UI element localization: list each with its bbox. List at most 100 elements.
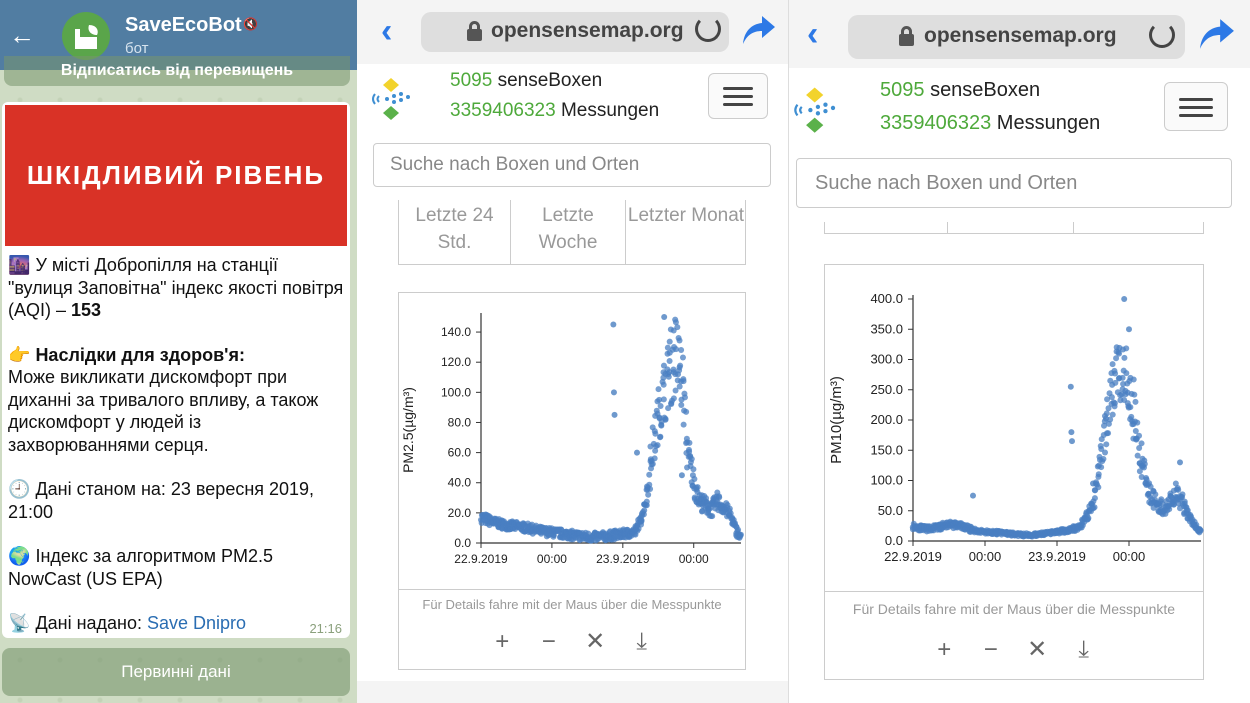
reload-icon[interactable] [695,16,721,42]
back-arrow-icon[interactable]: ← [8,20,36,50]
pm25-scatter-chart[interactable]: 0.0 20.0 40.0 60.0 80.0 100.0 120.0 140.0 22.9.2… [399,293,747,589]
data-point[interactable] [1141,457,1148,464]
tab-last-week[interactable] [947,222,1073,233]
data-point[interactable] [1069,438,1075,445]
data-point[interactable] [1134,419,1141,426]
data-point[interactable] [690,466,697,473]
data-point[interactable] [1123,345,1130,352]
data-point[interactable] [645,491,652,498]
address-bar[interactable]: opensensemap.org [848,15,1185,59]
share-arrow-icon[interactable] [742,14,776,46]
zoom-out-icon[interactable]: − [529,628,569,656]
data-point[interactable] [1109,411,1116,418]
data-point[interactable] [716,493,723,500]
download-icon[interactable]: ⤓ [1064,636,1104,664]
data-point[interactable] [1103,441,1110,448]
data-point[interactable] [1136,432,1143,439]
data-point[interactable] [676,383,683,390]
data-point[interactable] [1121,296,1128,302]
browser-back-icon[interactable]: ‹ [381,12,392,51]
data-point[interactable] [1103,410,1110,417]
data-point[interactable] [681,390,688,397]
data-point[interactable] [1197,527,1204,534]
data-point[interactable] [1091,504,1098,511]
data-point[interactable] [1112,370,1119,377]
tab-last-month[interactable] [1073,222,1204,233]
data-point[interactable] [1123,370,1130,377]
data-point[interactable] [1177,459,1183,466]
data-point[interactable] [1108,394,1115,401]
data-point[interactable] [1131,391,1138,398]
data-point[interactable] [1091,495,1098,502]
data-point[interactable] [673,346,680,353]
data-point[interactable] [674,324,681,331]
raw-data-button[interactable]: Первинні дані [2,648,350,696]
pm10-scatter-chart[interactable]: 0.0 50.0 100.0 150.0 200.0 250.0 300.0 350.0 400… [825,265,1205,591]
data-point[interactable] [643,498,650,505]
data-point[interactable] [678,401,685,408]
data-point[interactable] [666,338,673,345]
data-point[interactable] [709,513,716,520]
data-point[interactable] [1132,398,1139,405]
zoom-out-icon[interactable]: − [971,636,1011,664]
zoom-in-icon[interactable]: + [924,636,964,664]
data-point[interactable] [677,362,684,369]
data-point[interactable] [680,376,687,383]
data-point[interactable] [686,439,693,446]
data-point[interactable] [1095,484,1102,491]
share-arrow-icon[interactable] [1199,17,1235,51]
data-point[interactable] [688,455,695,462]
data-point[interactable] [683,408,690,415]
data-point[interactable] [1119,374,1126,381]
data-point[interactable] [694,484,701,491]
data-point[interactable] [1085,515,1092,522]
tab-last-24h[interactable] [825,222,947,233]
data-point[interactable] [657,402,664,409]
zoom-in-icon[interactable]: + [482,628,522,656]
data-point[interactable] [1095,473,1102,480]
data-point[interactable] [678,347,685,354]
data-point[interactable] [649,461,656,468]
data-point[interactable] [691,475,698,482]
data-point[interactable] [1090,480,1096,487]
data-point[interactable] [1121,354,1128,361]
data-point[interactable] [646,481,653,488]
hamburger-menu-icon[interactable] [708,73,768,119]
data-point[interactable] [660,381,667,388]
data-point[interactable] [1105,430,1112,437]
data-point[interactable] [651,455,658,462]
data-point[interactable] [1109,361,1116,368]
reload-icon[interactable] [1149,22,1175,48]
data-point[interactable] [680,421,687,428]
data-point[interactable] [655,386,662,393]
tab-last-24h[interactable]: Letzte 24 Std. [399,200,510,264]
data-point[interactable] [737,531,744,538]
browser-back-icon[interactable]: ‹ [807,15,818,54]
data-point[interactable] [1126,326,1132,333]
data-point[interactable] [1098,464,1105,471]
data-point[interactable] [634,449,640,456]
data-point[interactable] [666,357,673,364]
data-point[interactable] [1100,455,1107,462]
data-point[interactable] [657,433,664,440]
data-point[interactable] [610,389,617,396]
reset-icon[interactable]: ✕ [575,627,615,656]
data-point[interactable] [1067,383,1074,390]
data-point[interactable] [661,314,668,320]
hamburger-menu-icon[interactable] [1164,82,1228,131]
address-bar[interactable]: opensensemap.org [421,12,729,52]
data-point[interactable] [654,442,661,449]
tab-last-month[interactable]: Letzter Monat [625,200,746,264]
search-input[interactable]: Suche nach Boxen und Orten [373,143,771,187]
unsubscribe-button[interactable]: Відписатись від перевищень [4,56,350,86]
data-point[interactable] [1102,449,1109,456]
data-point[interactable] [1175,486,1182,493]
data-point[interactable] [970,492,976,499]
data-point[interactable] [646,471,653,478]
download-icon[interactable]: ⤓ [622,628,662,656]
data-point[interactable] [1152,491,1159,498]
source-link[interactable]: Save Dnipro [147,613,246,633]
data-point[interactable] [675,334,682,341]
data-point[interactable] [658,422,665,429]
data-point[interactable] [679,354,686,361]
